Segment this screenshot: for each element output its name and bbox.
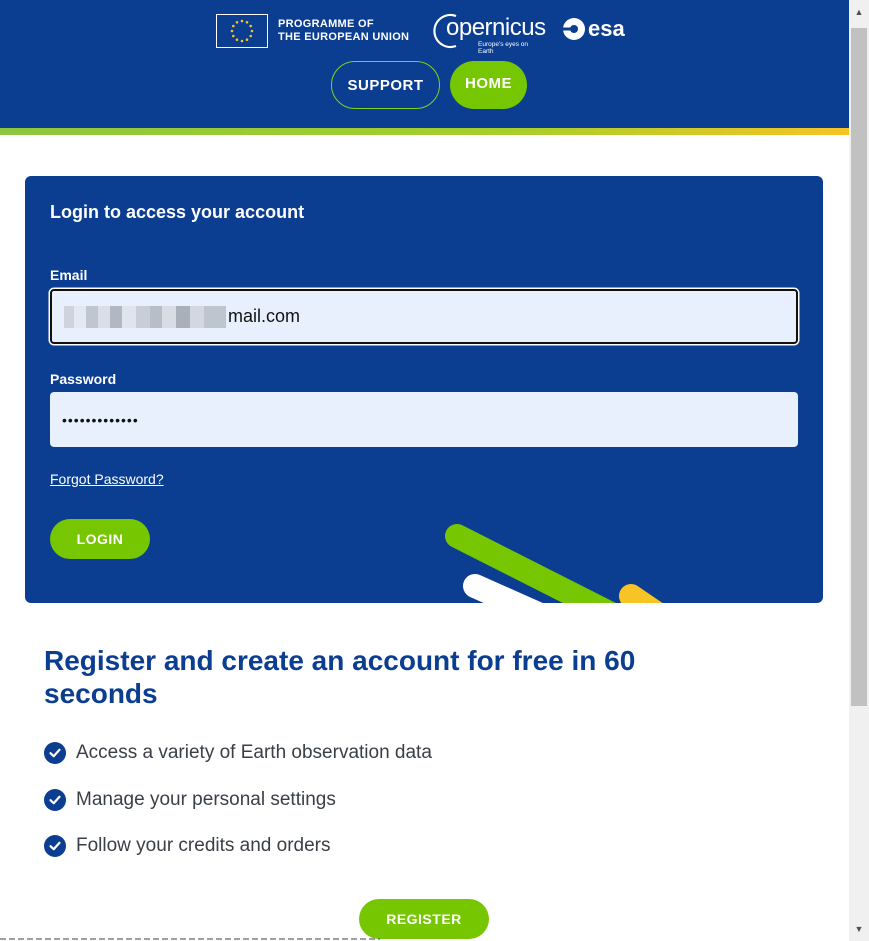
check-circle-icon <box>44 742 66 764</box>
home-button[interactable]: HOME <box>450 61 527 109</box>
header-accent-stripe <box>0 128 849 135</box>
login-card: Login to access your account Email mail.… <box>25 176 823 603</box>
check-circle-icon <box>44 789 66 811</box>
eu-text-line1: PROGRAMME OF <box>278 18 374 30</box>
benefit-item: Access a variety of Earth observation da… <box>44 740 432 766</box>
eu-flag-icon <box>216 14 268 48</box>
email-field[interactable]: mail.com <box>50 289 798 344</box>
eu-programme-text: PROGRAMME OF THE EUROPEAN UNION <box>278 18 418 44</box>
login-button[interactable]: LOGIN <box>50 519 150 559</box>
support-button[interactable]: SUPPORT <box>331 61 440 109</box>
benefit-item: Follow your credits and orders <box>44 833 331 859</box>
site-header: PROGRAMME OF THE EUROPEAN UNION opernicu… <box>0 0 849 128</box>
register-heading: Register and create an account for free … <box>44 645 636 709</box>
esa-emblem-icon <box>562 18 585 40</box>
benefit-text: Access a variety of Earth observation da… <box>76 742 432 763</box>
benefit-text: Follow your credits and orders <box>76 835 331 856</box>
benefit-item: Manage your personal settings <box>44 787 336 813</box>
scrollbar-thumb[interactable] <box>851 28 867 706</box>
password-label: Password <box>50 371 117 387</box>
esa-logo[interactable]: esa <box>562 14 632 44</box>
eu-text-line2: THE EUROPEAN UNION <box>278 31 410 43</box>
cut-off-footer-text <box>0 937 380 941</box>
email-value: mail.com <box>228 306 301 326</box>
check-circle-icon <box>44 835 66 857</box>
eu-programme-logo: PROGRAMME OF THE EUROPEAN UNION <box>216 10 418 52</box>
esa-wordmark: esa <box>588 16 625 41</box>
page-scrollbar[interactable]: ▲ ▼ <box>849 0 869 941</box>
forgot-password-link[interactable]: Forgot Password? <box>50 471 164 487</box>
copernicus-tagline: Europe's eyes on Earth <box>478 41 529 55</box>
password-value: ••••••••••••• <box>62 411 139 428</box>
copernicus-wordmark: opernicus <box>446 14 546 41</box>
register-button[interactable]: REGISTER <box>359 899 489 939</box>
benefit-text: Manage your personal settings <box>76 789 336 810</box>
scroll-up-arrow-icon[interactable]: ▲ <box>849 2 869 22</box>
login-title: Login to access your account <box>50 202 305 222</box>
email-label: Email <box>50 267 88 283</box>
password-field[interactable]: ••••••••••••• <box>50 392 798 447</box>
scroll-down-arrow-icon[interactable]: ▼ <box>849 919 869 939</box>
redacted-email-text <box>64 305 226 328</box>
copernicus-logo[interactable]: opernicus Europe's eyes on Earth <box>432 10 546 55</box>
